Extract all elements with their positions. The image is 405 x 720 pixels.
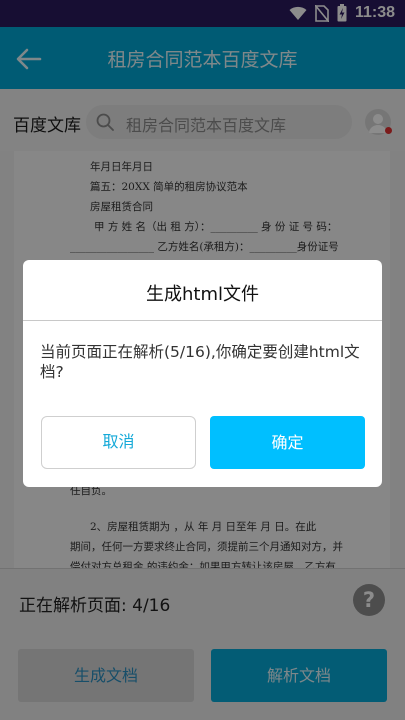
dialog-divider [23,320,382,321]
confirm-button[interactable]: 确定 [210,416,365,469]
cancel-button[interactable]: 取消 [41,416,196,469]
dialog-message: 当前页面正在解析(5/16),你确定要创建html文档? [40,343,360,381]
confirm-dialog: 生成html文件 当前页面正在解析(5/16),你确定要创建html文档? 取消… [23,260,382,487]
dialog-title: 生成html文件 [145,284,259,305]
